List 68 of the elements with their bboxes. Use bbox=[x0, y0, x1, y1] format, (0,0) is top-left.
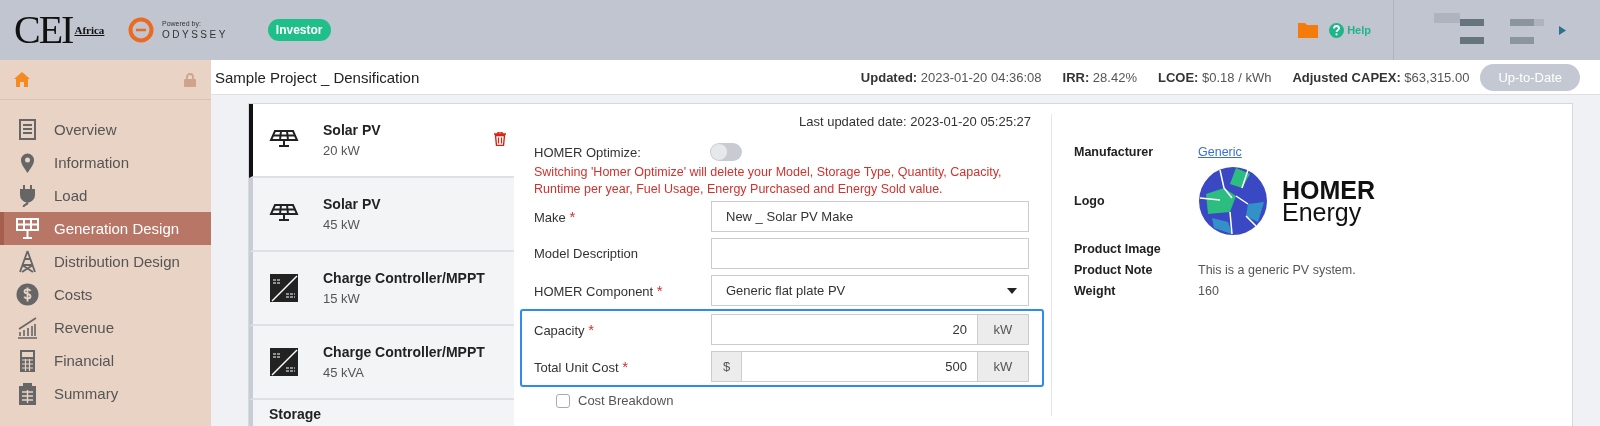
toggle-switch[interactable] bbox=[710, 143, 742, 161]
field-label: Total Unit Cost * bbox=[534, 358, 629, 375]
nav-item[interactable]: Load bbox=[0, 179, 211, 212]
tower-icon bbox=[16, 250, 39, 273]
logo-subtext: Africa bbox=[74, 24, 105, 36]
input-field[interactable]: New _ Solar PV Make bbox=[711, 201, 1029, 232]
stat-text: LCOE: $0.18 / kWh bbox=[1157, 69, 1272, 85]
dollar-icon bbox=[16, 283, 39, 306]
home-icon[interactable] bbox=[14, 72, 30, 87]
field-label: HOMER Component * bbox=[534, 282, 664, 299]
input-field[interactable] bbox=[711, 238, 1029, 269]
detail-label: Logo bbox=[1074, 194, 1106, 208]
detail-value: 160 bbox=[1198, 283, 1219, 298]
ring-logo-icon bbox=[128, 17, 154, 43]
component-item[interactable]: Charge Controller/MPPT 45 kVA bbox=[249, 326, 514, 400]
detail-value: This is a generic PV system. bbox=[1198, 262, 1356, 277]
folder-icon[interactable] bbox=[1297, 21, 1320, 39]
clipboard-icon bbox=[16, 382, 39, 405]
stat-text: Adjusted CAPEX: $63,315.00 bbox=[1292, 69, 1470, 85]
unit-label: kW bbox=[978, 352, 1028, 381]
component-item[interactable]: Storage bbox=[249, 400, 514, 426]
stat-text: Updated: 2023-01-20 04:36:08 bbox=[860, 69, 1042, 85]
nav-item[interactable]: Generation Design bbox=[0, 212, 211, 245]
globe-icon bbox=[1198, 166, 1268, 236]
nav-item[interactable]: Revenue bbox=[0, 311, 211, 344]
logo-wordmark: HOMER bbox=[1282, 179, 1376, 201]
bar-chart-icon bbox=[16, 316, 39, 339]
trash-icon[interactable] bbox=[494, 132, 506, 146]
detail-label: Product Note bbox=[1074, 262, 1154, 277]
input-field[interactable]: $ 500 kW bbox=[711, 351, 1029, 382]
lock-icon[interactable] bbox=[184, 72, 196, 87]
nav-item[interactable]: Costs bbox=[0, 278, 211, 311]
manufacturer-link[interactable]: Generic bbox=[1198, 144, 1242, 159]
component-item[interactable]: Charge Controller/MPPT 15 kW bbox=[249, 252, 514, 326]
last-updated-text: Last updated date: 2023-01-20 05:25:27 bbox=[797, 114, 1031, 129]
nav-item[interactable]: Summary bbox=[0, 377, 211, 410]
unit-prefix: $ bbox=[712, 352, 742, 381]
project-title: Sample Project _ Densification bbox=[215, 68, 421, 86]
detail-label: Product Image bbox=[1074, 241, 1162, 256]
role-badge: Investor bbox=[267, 19, 331, 41]
logo-text: CEI bbox=[14, 10, 73, 50]
component-item[interactable]: Solar PV 45 kW bbox=[249, 178, 514, 252]
field-label: Make * bbox=[534, 208, 577, 225]
detail-label: Weight bbox=[1074, 283, 1117, 298]
nav-item[interactable]: Distribution Design bbox=[0, 245, 211, 278]
converter-icon bbox=[269, 273, 299, 303]
help-icon bbox=[1329, 22, 1345, 38]
brand-name: ODYSSEY bbox=[162, 29, 228, 40]
field-label: Capacity * bbox=[534, 321, 596, 338]
field-label: Model Description bbox=[534, 246, 640, 261]
dropdown-caret-icon bbox=[1007, 287, 1017, 294]
input-field[interactable]: 20 kW bbox=[711, 314, 1029, 345]
toggle-label: HOMER Optimize: bbox=[534, 144, 642, 160]
solar-panel-icon bbox=[16, 217, 39, 240]
dropdown[interactable]: Generic flat plate PV bbox=[711, 275, 1029, 306]
nav-item[interactable]: Overview bbox=[0, 113, 211, 146]
warning-text: Switching 'Homer Optimize' will delete your Model, Storage Type, Quantity, Capacity, Runtime per year, Fuel Usage, Energy Purchased and Energy Sold value. bbox=[534, 164, 1003, 198]
nav-item[interactable]: Information bbox=[0, 146, 211, 179]
converter-icon bbox=[269, 347, 299, 377]
component-item[interactable]: Solar PV 20 kW bbox=[249, 104, 514, 178]
unit-label: kW bbox=[978, 315, 1028, 344]
checkbox-label: Cost Breakdown bbox=[578, 393, 674, 408]
list-icon bbox=[16, 118, 39, 141]
stat-text: IRR: 28.42% bbox=[1062, 69, 1137, 85]
nav-item[interactable]: Financial bbox=[0, 344, 211, 377]
caret-icon[interactable] bbox=[1559, 25, 1566, 35]
checkbox[interactable] bbox=[556, 393, 570, 408]
detail-label: Manufacturer bbox=[1074, 144, 1155, 159]
